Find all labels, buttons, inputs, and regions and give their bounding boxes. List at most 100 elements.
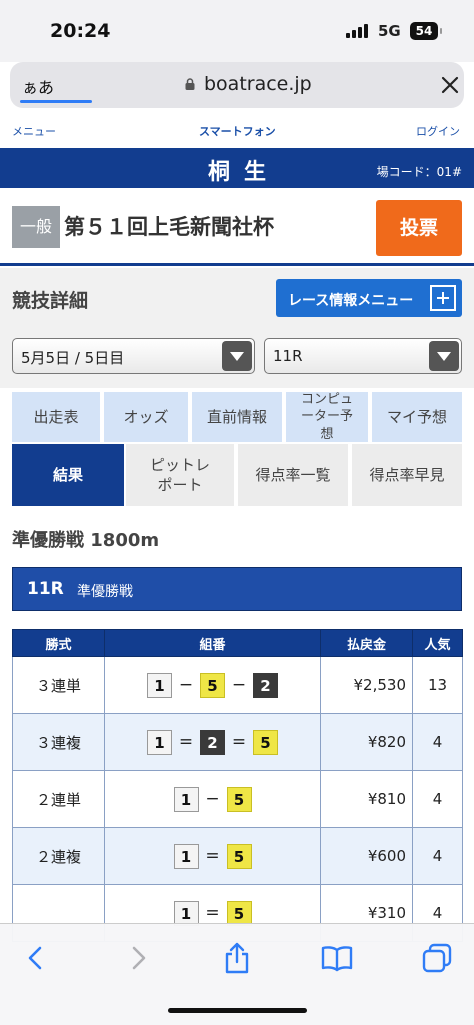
table-row: ３連複 1 = 2 = 5 ¥820 4 [12,713,463,771]
boat-number-badge: 5 [226,900,252,926]
combination-cell: 1−5−2 [104,656,321,714]
race-name-heading: 準優勝戦 1800m [12,530,160,551]
venue-header: 桐生 場コード：01# [0,148,474,188]
bookmarks-icon[interactable] [319,940,355,976]
combination-separator: − [178,675,194,695]
plus-icon [430,285,456,311]
combination-separator: = [178,732,194,752]
table-row: ２連複 1 = 5 ¥600 4 [12,827,463,885]
boat-number-badge: 5 [226,786,252,812]
date-select-value: 5月5日 / 5日目 [21,349,125,367]
grade-badge: 一般 [12,206,60,248]
race-tabs: 出走表 オッズ 直前情報 コンピューター予想 マイ予想 結果 ピットレポート 得… [0,388,474,508]
boat-combination: 1 = 5 [173,900,252,926]
menu-link[interactable]: メニュー [12,123,56,139]
race-info-menu-button[interactable]: レース情報メニュー [276,279,462,317]
boat-number-badge: 2 [200,729,225,755]
selector-row: 5月5日 / 5日目 11R [0,328,474,388]
tab-pre-race-info[interactable]: 直前情報 [192,392,282,442]
race-title-block: 一般 第５１回上毛新聞社杯 投票 [0,190,474,266]
combination-separator: = [205,846,220,866]
race-bar: 11R 準優勝戦 [12,567,462,611]
tab-entry-list[interactable]: 出走表 [12,392,100,442]
combination-separator: = [205,903,220,923]
combination-separator: − [231,675,247,695]
bet-type-cell: ３連単 [12,656,105,714]
header-payout: 払戻金 [320,629,413,657]
lock-icon [185,78,195,90]
combination-cell: 1 = 2 = 5 [104,713,321,771]
battery-icon: 54 [410,22,442,40]
tab-results[interactable]: 結果 [12,444,124,506]
chevron-down-icon [429,341,459,371]
boat-number-badge: 1 [173,786,199,812]
boat-number-badge: 5 [200,672,225,698]
chevron-down-icon [222,341,252,371]
header-combination: 組番 [104,629,321,657]
race-info-menu-label: レース情報メニュー [288,293,414,309]
tab-score-rate-list[interactable]: 得点率一覧 [238,444,348,506]
boat-number-badge: 2 [253,672,278,698]
tab-odds[interactable]: オッズ [104,392,188,442]
boat-number-badge: 5 [253,729,278,755]
reader-settings-button[interactable]: ぁあ [22,74,54,98]
popularity-cell: 4 [412,770,463,828]
home-indicator [168,1008,307,1013]
close-icon[interactable] [440,75,460,95]
tab-my-prediction[interactable]: マイ予想 [372,392,462,442]
boat-number-badge: 5 [226,843,252,869]
tab-score-rate-quick[interactable]: 得点率早見 [352,444,462,506]
status-bar: 20:24 5G 54 [0,0,474,62]
status-time: 20:24 [50,20,111,42]
date-select[interactable]: 5月5日 / 5日目 [12,338,255,374]
payout-amount-cell: ¥2,530 [320,656,413,714]
combination-separator: = [231,732,247,752]
boat-number-badge: 1 [147,672,172,698]
header-popularity: 人気 [412,629,463,657]
boat-combination: 1−5−2 [147,672,278,698]
smartphone-label: スマートフォン [199,125,276,138]
table-row: ２連単 1−5 ¥810 4 [12,770,463,828]
popularity-cell: 13 [412,656,463,714]
combination-cell: 1 = 5 [104,827,321,885]
payout-header-row: 勝式 組番 払戻金 人気 [12,629,463,657]
race-select[interactable]: 11R [264,338,462,374]
boat-combination: 1 = 2 = 5 [147,729,278,755]
forward-icon[interactable] [120,940,156,976]
vote-button[interactable]: 投票 [376,200,462,256]
back-icon[interactable] [18,940,54,976]
tab-computer-prediction[interactable]: コンピューター予想 [286,392,368,442]
section-header: 競技詳細 レース情報メニュー [0,268,474,328]
popularity-cell: 4 [412,713,463,771]
boat-number-badge: 1 [173,843,199,869]
site-topnav: メニュー スマートフォン ログイン [0,118,474,144]
boat-number-badge: 1 [173,900,199,926]
bet-type-cell: ２連複 [12,827,105,885]
tabs-icon[interactable] [419,940,455,976]
venue-code: 場コード：01# [376,165,462,179]
payout-amount-cell: ¥810 [320,770,413,828]
share-icon[interactable] [219,940,255,976]
event-title: 第５１回上毛新聞社杯 [64,215,274,239]
boat-combination: 1−5 [173,786,252,812]
header-bet-type: 勝式 [12,629,105,657]
payout-amount-cell: ¥820 [320,713,413,771]
url-text[interactable]: boatrace.jp [204,73,312,95]
signal-icon [346,24,368,38]
tab-pit-report[interactable]: ピットレポート [126,444,234,506]
race-select-value: 11R [273,347,303,365]
bet-type-cell: ３連複 [12,713,105,771]
section-title: 競技詳細 [12,290,89,312]
boat-combination: 1 = 5 [173,843,252,869]
combination-separator: − [205,789,220,809]
address-bar[interactable]: ぁあ boatrace.jp [10,62,464,108]
login-link[interactable]: ログイン [416,123,460,139]
payout-table: 勝式 組番 払戻金 人気 ３連単 1−5−2 ¥2,530 13 ３連複 1 = 2 = 5 ¥82… [12,629,463,942]
table-row: ３連単 1−5−2 ¥2,530 13 [12,656,463,714]
popularity-cell: 4 [412,827,463,885]
race-type: 準優勝戦 [77,584,133,600]
boat-number-badge: 1 [147,729,172,755]
network-label: 5G [378,22,401,40]
payout-amount-cell: ¥600 [320,827,413,885]
combination-cell: 1−5 [104,770,321,828]
